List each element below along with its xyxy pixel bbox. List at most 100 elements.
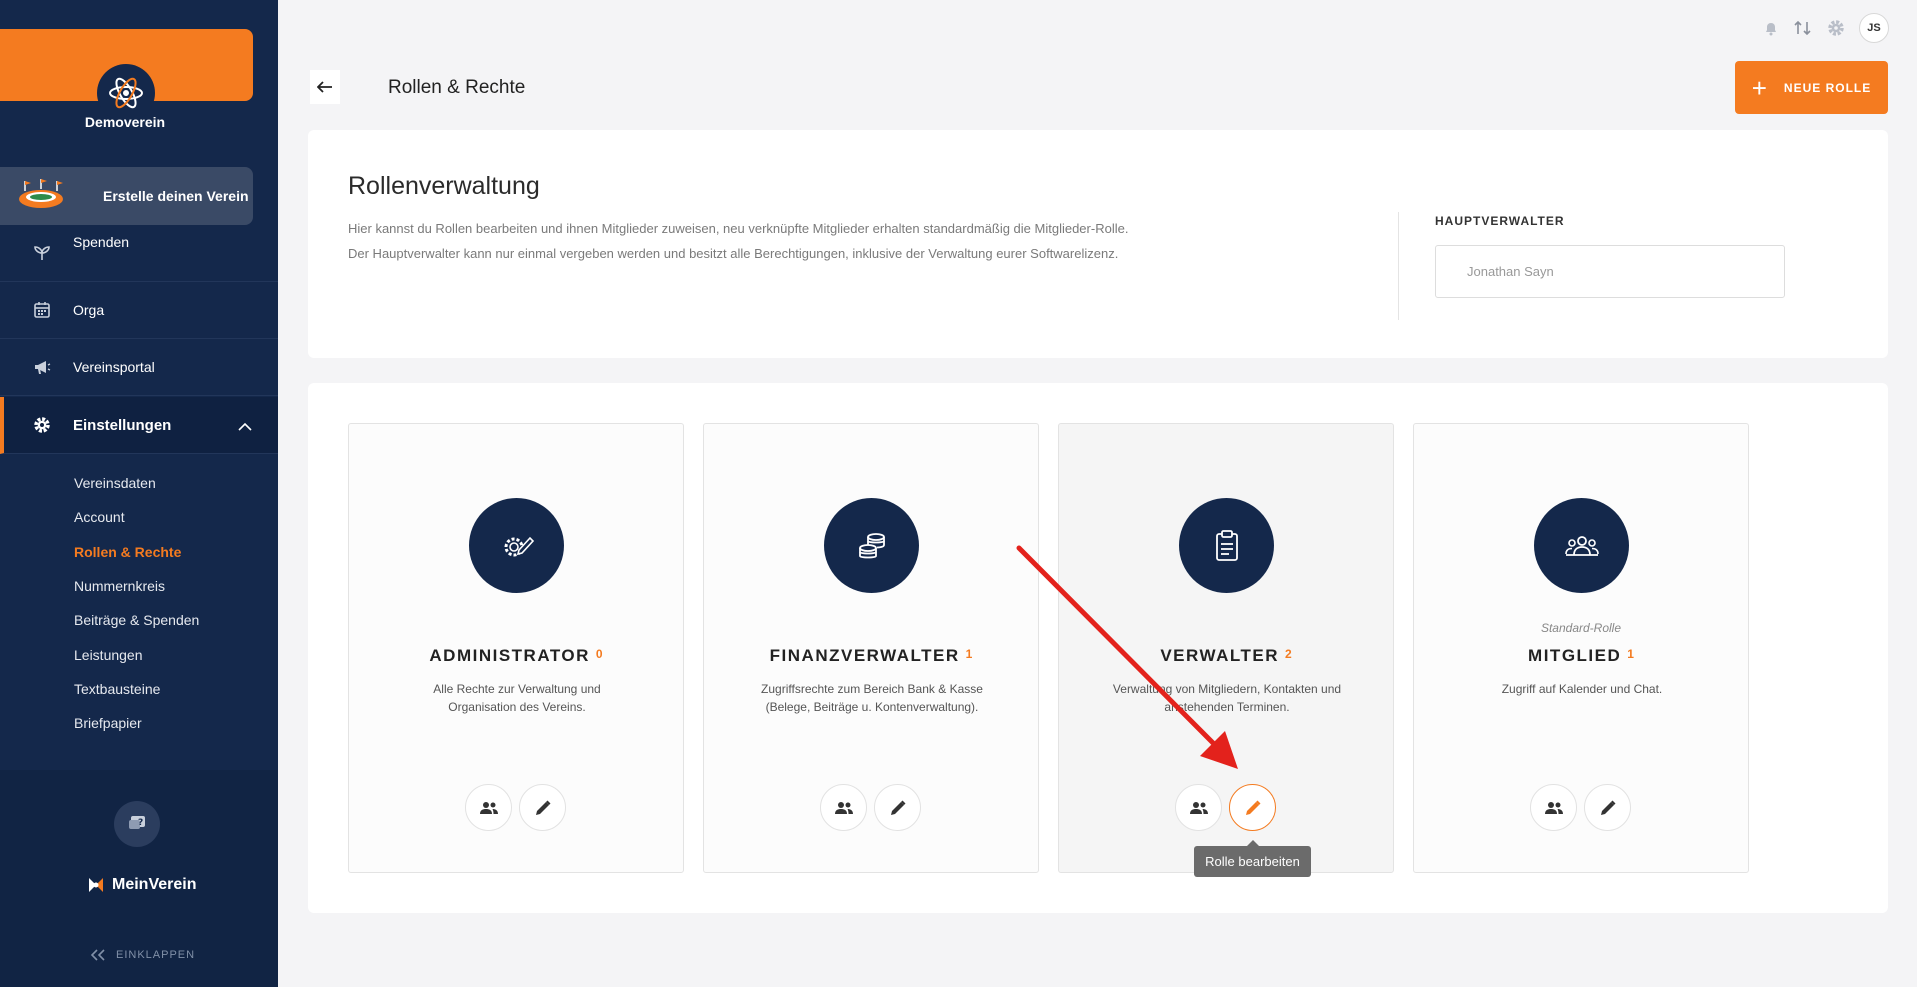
pencil-icon — [890, 800, 905, 815]
sub-item-nummernkreis[interactable]: Nummernkreis — [74, 578, 165, 594]
info-desc-line: Der Hauptverwalter kann nur einmal verge… — [348, 246, 1119, 261]
create-club-promo[interactable]: Erstelle deinen Verein — [0, 167, 253, 225]
role-name: VERWALTER — [1160, 646, 1279, 665]
users-icon — [834, 801, 853, 814]
gear-pen-icon — [469, 498, 564, 593]
role-name: ADMINISTRATOR — [429, 646, 590, 665]
nav-label: Einstellungen — [73, 416, 172, 434]
double-chevron-left-icon — [90, 949, 106, 961]
pencil-icon — [1600, 800, 1615, 815]
sort-arrows-icon[interactable] — [1793, 20, 1813, 36]
role-member-count: 2 — [1284, 647, 1292, 661]
sidebar: Demoverein Erstelle deinen Verein Spende… — [0, 0, 278, 987]
stadium-icon — [17, 177, 65, 215]
nav-item-spenden[interactable]: Spenden — [0, 225, 278, 282]
sub-item-leistungen[interactable]: Leistungen — [74, 647, 143, 663]
club-name: Demoverein — [84, 114, 166, 130]
roles-grid: ADMINISTRATOR 0 Alle Rechte zur Verwaltun… — [308, 383, 1888, 913]
role-desc-line: Alle Rechte zur Verwaltung und — [433, 682, 601, 696]
main-admin-field[interactable] — [1435, 245, 1785, 298]
nav-item-vereinsportal[interactable]: Vereinsportal — [0, 339, 278, 396]
collapse-button[interactable]: EINKLAPPEN — [90, 949, 195, 961]
role-name: MITGLIED — [1528, 646, 1622, 665]
edit-role-button[interactable] — [1229, 784, 1276, 831]
sidebar-footer: ? MeinVerein EINKLAPPEN — [0, 770, 278, 987]
collapse-label: EINKLAPPEN — [116, 949, 196, 961]
chevron-up-icon[interactable] — [238, 419, 252, 436]
role-description: Verwaltung von Mitgliedern, Kontakten un… — [1089, 680, 1365, 716]
seedling-icon — [31, 242, 53, 264]
top-toolbar: JS — [1763, 13, 1889, 43]
assign-members-button[interactable] — [465, 784, 512, 831]
pencil-icon — [535, 800, 550, 815]
role-member-count: 1 — [965, 647, 973, 661]
group-icon — [1534, 498, 1629, 593]
plus-icon: + — [1751, 72, 1768, 103]
sub-item-beitraege-spenden[interactable]: Beiträge & Spenden — [74, 612, 199, 628]
info-description: Hier kannst du Rollen bearbeiten und ihn… — [348, 216, 1348, 266]
role-title: VERWALTER 2 — [1059, 646, 1393, 666]
nav-item-einstellungen[interactable]: Einstellungen — [0, 397, 278, 454]
role-name: FINANZVERWALTER — [769, 646, 960, 665]
standard-role-tag: Standard-Rolle — [1540, 621, 1622, 635]
calendar-icon — [31, 299, 53, 321]
role-member-count: 1 — [1627, 647, 1634, 661]
edit-role-button[interactable] — [519, 784, 566, 831]
sub-item-account[interactable]: Account — [74, 509, 125, 525]
role-desc-line: Zugriff auf Kalender und Chat. — [1501, 682, 1663, 696]
back-arrow-icon[interactable] — [310, 70, 340, 104]
tooltip-edit-role: Rolle bearbeiten — [1194, 840, 1311, 877]
users-icon — [1189, 801, 1208, 814]
user-avatar[interactable]: JS — [1859, 13, 1889, 43]
sub-item-rollen-rechte[interactable]: Rollen & Rechte — [74, 544, 181, 560]
info-desc-line: Hier kannst du Rollen bearbeiten und ihn… — [348, 221, 1129, 236]
role-desc-line: Organisation des Vereins. — [448, 700, 586, 714]
svg-text:?: ? — [138, 818, 143, 828]
new-role-button[interactable]: + NEUE ROLLE — [1735, 61, 1888, 114]
sub-item-textbausteine[interactable]: Textbausteine — [74, 681, 160, 697]
role-description: Alle Rechte zur Verwaltung und Organisat… — [379, 680, 655, 716]
sub-item-briefpapier[interactable]: Briefpapier — [74, 715, 142, 731]
vertical-divider — [1398, 212, 1399, 320]
role-description: Zugriffsrechte zum Bereich Bank & Kasse … — [734, 680, 1010, 716]
new-role-label: NEUE ROLLE — [1783, 80, 1872, 95]
nav-label: Vereinsportal — [73, 359, 155, 375]
role-desc-line: (Belege, Beiträge u. Kontenverwaltung). — [765, 700, 979, 714]
role-description: Zugriff auf Kalender und Chat. — [1444, 680, 1720, 698]
role-desc-line: Zugriffsrechte zum Bereich Bank & Kasse — [761, 682, 983, 696]
clipboard-icon — [1179, 498, 1274, 593]
settings-gear-icon[interactable] — [1827, 19, 1845, 37]
help-chat-icon[interactable]: ? — [114, 801, 160, 847]
megaphone-icon — [31, 356, 53, 378]
main-admin-label: HAUPTVERWALTER — [1435, 214, 1565, 228]
meinverein-brand: MeinVerein — [86, 875, 196, 895]
edit-role-button[interactable] — [874, 784, 921, 831]
assign-members-button[interactable] — [1530, 784, 1577, 831]
bell-icon[interactable] — [1763, 20, 1779, 36]
gear-icon — [31, 414, 53, 436]
role-card-verwalter[interactable]: VERWALTER 2 Verwaltung von Mitgliedern, K… — [1058, 423, 1394, 873]
role-desc-line: Verwaltung von Mitgliedern, Kontakten un… — [1112, 682, 1342, 696]
role-card-administrator[interactable]: ADMINISTRATOR 0 Alle Rechte zur Verwaltun… — [348, 423, 684, 873]
page-title: Rollen & Rechte — [388, 77, 526, 98]
role-card-finanzverwalter[interactable]: FINANZVERWALTER 1 Zugriffsrechte zum Bere… — [703, 423, 1039, 873]
nav-item-orga[interactable]: Orga — [0, 282, 278, 339]
sub-item-vereinsdaten[interactable]: Vereinsdaten — [74, 475, 156, 491]
assign-members-button[interactable] — [1175, 784, 1222, 831]
role-title: MITGLIED 1 — [1414, 646, 1748, 666]
pencil-icon — [1245, 800, 1260, 815]
nav-label: Orga — [73, 302, 105, 318]
assign-members-button[interactable] — [820, 784, 867, 831]
role-title: FINANZVERWALTER 1 — [704, 646, 1038, 666]
coins-icon — [824, 498, 919, 593]
promo-label: Erstelle deinen Verein — [103, 188, 249, 204]
role-desc-line: anstehenden Terminen. — [1164, 700, 1290, 714]
role-card-mitglied[interactable]: Standard-Rolle MITGLIED 1 Zugriff auf Kal… — [1413, 423, 1749, 873]
role-title: ADMINISTRATOR 0 — [349, 646, 683, 666]
edit-role-button[interactable] — [1584, 784, 1631, 831]
role-member-count: 0 — [595, 647, 603, 661]
nav-label: Spenden — [73, 234, 130, 250]
role-management-info-card: Rollenverwaltung Hier kannst du Rollen b… — [308, 130, 1888, 358]
brand-label: MeinVerein — [112, 876, 197, 893]
club-logo-banner[interactable] — [0, 29, 253, 122]
